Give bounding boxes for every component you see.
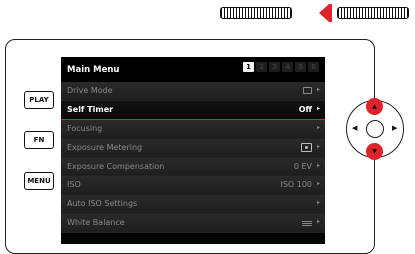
menu-page-tab[interactable]: 4 xyxy=(282,62,293,72)
rotate-left-arrow-icon xyxy=(319,4,329,22)
menu-item-drive-mode[interactable]: Drive Mode ▸ xyxy=(61,82,325,101)
metering-icon xyxy=(301,142,312,152)
chevron-right-icon: ▸ xyxy=(316,161,320,169)
menu-item-exposure-metering[interactable]: Exposure Metering ▸ xyxy=(61,138,325,158)
menu-item-iso[interactable]: ISO ISO 100 ▸ xyxy=(61,176,325,196)
menu-item-value: Off xyxy=(298,104,312,114)
menu-list: Drive Mode ▸ Self Timer Off ▸ Focusing ▸… xyxy=(61,82,325,234)
menu-page-tabs: 1 2 3 4 5 6 xyxy=(243,62,319,72)
right-arrow-icon[interactable]: ▶ xyxy=(392,124,397,132)
menu-page-tab[interactable]: 5 xyxy=(295,62,306,72)
menu-item-label: Self Timer xyxy=(67,104,114,114)
fn-button[interactable]: FN xyxy=(24,131,54,149)
menu-item-label: ISO xyxy=(67,180,81,190)
chevron-right-icon: ▸ xyxy=(316,180,320,188)
up-arrow-icon[interactable]: ▲ xyxy=(366,98,383,115)
camera-screen: Main Menu 1 2 3 4 5 6 Drive Mode ▸ Self … xyxy=(61,57,325,244)
menu-page-tab[interactable]: 2 xyxy=(256,62,267,72)
menu-item-label: White Balance xyxy=(67,218,125,228)
chevron-right-icon: ▸ xyxy=(316,218,320,226)
menu-button[interactable]: MENU xyxy=(24,172,54,190)
menu-item-exposure-compensation[interactable]: Exposure Compensation 0 EV ▸ xyxy=(61,157,325,177)
chevron-right-icon: ▸ xyxy=(316,142,320,150)
menu-page-tab[interactable]: 1 xyxy=(243,62,254,72)
menu-item-label: Auto ISO Settings xyxy=(67,199,138,209)
chevron-right-icon: ▸ xyxy=(316,104,320,112)
direction-pad[interactable]: ▲ ▼ ◀ ▶ xyxy=(346,98,406,160)
chevron-right-icon: ▸ xyxy=(316,86,320,93)
menu-item-self-timer[interactable]: Self Timer Off ▸ xyxy=(61,100,325,120)
menu-page-tab[interactable]: 3 xyxy=(269,62,280,72)
menu-header: Main Menu 1 2 3 4 5 6 xyxy=(61,57,325,82)
auto-wb-icon xyxy=(302,220,312,227)
menu-item-label: Focusing xyxy=(67,123,103,133)
rotate-indicator-bar xyxy=(329,4,332,22)
menu-item-label: Exposure Compensation xyxy=(67,161,165,171)
chevron-right-icon: ▸ xyxy=(316,123,320,131)
menu-item-focusing[interactable]: Focusing ▸ xyxy=(61,119,325,139)
menu-item-value: 0 EV xyxy=(293,161,312,171)
chevron-right-icon: ▸ xyxy=(316,199,320,207)
menu-item-value: ISO 100 xyxy=(280,180,312,190)
center-button[interactable] xyxy=(366,120,384,138)
single-frame-icon xyxy=(303,87,312,94)
menu-title: Main Menu xyxy=(67,65,120,75)
thumbwheel-selected-icon xyxy=(337,7,409,19)
menu-page-tab[interactable]: 6 xyxy=(308,62,319,72)
menu-item-label: Drive Mode xyxy=(67,86,113,95)
thumbwheel-icon xyxy=(220,7,292,19)
menu-item-label: Exposure Metering xyxy=(67,142,143,152)
play-button[interactable]: PLAY xyxy=(24,91,54,109)
menu-item-auto-iso-settings[interactable]: Auto ISO Settings ▸ xyxy=(61,195,325,215)
down-arrow-icon[interactable]: ▼ xyxy=(366,143,383,160)
menu-item-white-balance[interactable]: White Balance ▸ xyxy=(61,214,325,234)
left-arrow-icon[interactable]: ◀ xyxy=(352,124,357,132)
